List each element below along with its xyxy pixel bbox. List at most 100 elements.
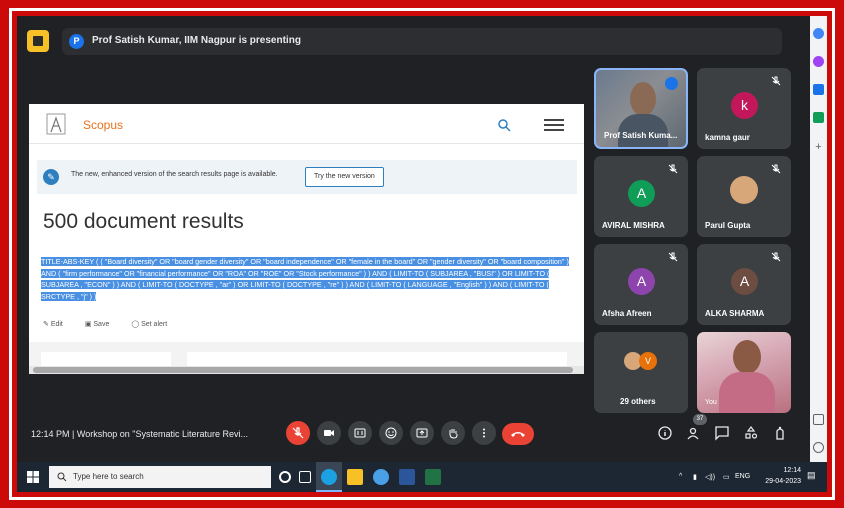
avatar: V (639, 352, 657, 370)
file-explorer-icon[interactable] (347, 469, 363, 485)
search-icon[interactable] (813, 28, 824, 39)
new-version-banner: ✎ The new, enhanced version of the searc… (37, 160, 577, 194)
search-query[interactable]: TITLE-ABS-KEY ( ( "Board diversity" OR "… (41, 256, 574, 302)
sidebar-toggle-icon[interactable] (813, 414, 824, 425)
word-icon[interactable] (399, 469, 415, 485)
meeting-time: 12:14 PM (31, 429, 70, 439)
self-shoulders (719, 372, 775, 413)
mic-toggle-button[interactable] (286, 421, 310, 445)
chrome-icon[interactable] (373, 469, 389, 485)
mic-off-icon (771, 252, 781, 262)
emoji-icon (385, 427, 397, 439)
hamburger-menu-icon[interactable] (544, 119, 564, 131)
save-label: Save (93, 321, 110, 328)
speaking-indicator-icon (665, 77, 678, 90)
more-options-button[interactable] (472, 421, 496, 445)
meeting-info: 12:14 PM | Workshop on "Systematic Liter… (31, 429, 248, 439)
set-alert-label: Set alert (141, 321, 168, 328)
present-screen-button[interactable] (410, 421, 434, 445)
more-vertical-icon (483, 428, 485, 438)
network-icon[interactable]: ▭ (723, 473, 730, 481)
presenter-avatar: P (69, 34, 84, 49)
participant-tile-you[interactable]: You (697, 332, 791, 413)
participant-tile-presenter[interactable]: Prof Satish Kuma... (594, 68, 688, 149)
participant-tile-alka[interactable]: A ALKA SHARMA (697, 244, 791, 325)
participant-tile-others[interactable]: V 29 others (594, 332, 688, 413)
captions-button[interactable] (348, 421, 372, 445)
volume-icon[interactable]: ◁)) (705, 473, 715, 481)
shopping-icon[interactable] (813, 84, 824, 95)
language-indicator[interactable]: ENG (735, 473, 750, 480)
self-label: You (705, 399, 717, 406)
participant-name: AVIRAL MISHRA (602, 221, 665, 230)
meet-window: P Prof Satish Kumar, IIM Nagpur is prese… (17, 16, 827, 492)
clock-date: 29-04-2023 (765, 478, 801, 485)
participant-name: kamna gaur (705, 133, 750, 142)
taskbar-clock[interactable]: 12:14 29-04-2023 (757, 465, 801, 487)
try-new-version-button[interactable]: Try the new version (305, 167, 384, 187)
banner-text: The new, enhanced version of the search … (71, 171, 278, 178)
participant-name: Parul Gupta (705, 221, 751, 230)
meet-app-icon[interactable] (27, 30, 49, 52)
set-alert-link[interactable]: ◯ Set alert (131, 321, 177, 328)
meeting-details-icon[interactable] (657, 425, 673, 441)
notifications-icon[interactable]: ▤ (807, 470, 816, 481)
participant-name: ALKA SHARMA (705, 309, 765, 318)
browser-side-panel: + (810, 16, 827, 492)
tray-chevron-icon[interactable]: ^ (679, 473, 682, 480)
mic-off-icon (771, 164, 781, 174)
windows-taskbar: Type here to search ^ ▮ ◁)) ▭ ENG 12:14 … (17, 462, 827, 492)
elsevier-logo-icon (46, 113, 66, 135)
scopus-brand[interactable]: Scopus (83, 118, 123, 132)
avatar: A (628, 268, 655, 295)
hand-icon (449, 429, 458, 439)
windows-start-icon[interactable] (27, 471, 39, 483)
taskbar-search-box[interactable]: Type here to search (49, 466, 271, 488)
mic-off-icon (771, 76, 781, 86)
camera-toggle-button[interactable] (317, 421, 341, 445)
task-view-icon[interactable] (299, 471, 311, 483)
emoji-button[interactable] (379, 421, 403, 445)
mic-off-icon (668, 252, 678, 262)
tools-icon[interactable] (813, 112, 824, 123)
participant-tile-afsha[interactable]: A Afsha Afreen (594, 244, 688, 325)
leave-call-button[interactable] (502, 423, 534, 445)
copilot-icon[interactable] (813, 56, 824, 67)
raise-hand-button[interactable] (441, 421, 465, 445)
participant-name: 29 others (620, 397, 656, 406)
meeting-title: Workshop on "Systematic Literature Revi.… (76, 429, 249, 439)
chat-icon[interactable] (714, 425, 730, 441)
search-icon (57, 472, 67, 482)
self-video (733, 340, 761, 374)
people-count-badge: 37 (693, 414, 707, 425)
participant-tile-parul[interactable]: Parul Gupta (697, 156, 791, 237)
participant-tile-kamna[interactable]: k kamna gaur (697, 68, 791, 149)
avatar: A (628, 180, 655, 207)
cortana-icon[interactable] (279, 471, 291, 483)
mic-off-icon (292, 427, 304, 439)
scrollbar-thumb[interactable] (33, 367, 573, 373)
participant-tile-aviral[interactable]: A AVIRAL MISHRA (594, 156, 688, 237)
avatar-photo (730, 176, 758, 204)
add-icon[interactable]: + (813, 142, 824, 153)
presenting-label: Prof Satish Kumar, IIM Nagpur is present… (92, 35, 301, 46)
search-query-text: TITLE-ABS-KEY ( ( "Board diversity" OR "… (41, 257, 569, 301)
activities-icon[interactable] (743, 425, 759, 441)
meeting-separator: | (72, 429, 75, 439)
horizontal-scrollbar[interactable] (29, 366, 584, 374)
query-actions: ✎ Edit ▣ Save ◯ Set alert (43, 320, 187, 328)
search-icon[interactable] (497, 118, 511, 132)
battery-icon[interactable]: ▮ (693, 473, 697, 481)
present-icon (416, 428, 428, 438)
clock-time: 12:14 (783, 467, 801, 474)
edit-link[interactable]: ✎ Edit (43, 321, 73, 328)
edge-icon[interactable] (321, 469, 337, 485)
shared-screen: Scopus ✎ The new, enhanced version of th… (29, 104, 584, 374)
save-link[interactable]: ▣ Save (85, 321, 120, 328)
settings-icon[interactable] (813, 442, 824, 453)
scopus-header: Scopus (29, 104, 584, 144)
people-icon[interactable] (685, 425, 701, 441)
info-icon: ✎ (43, 169, 59, 185)
excel-icon[interactable] (425, 469, 441, 485)
host-controls-icon[interactable] (772, 425, 788, 441)
